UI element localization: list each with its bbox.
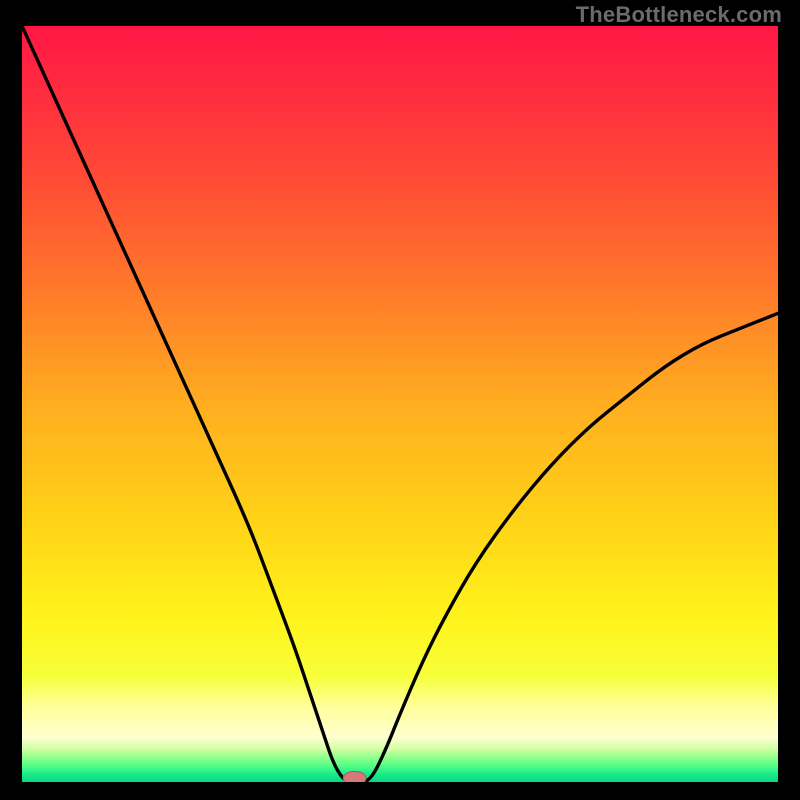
chart-frame: TheBottleneck.com — [0, 0, 800, 800]
chart-background — [22, 26, 778, 782]
bottleneck-chart — [22, 26, 778, 782]
watermark-text: TheBottleneck.com — [576, 2, 782, 28]
optimal-marker — [343, 771, 366, 782]
